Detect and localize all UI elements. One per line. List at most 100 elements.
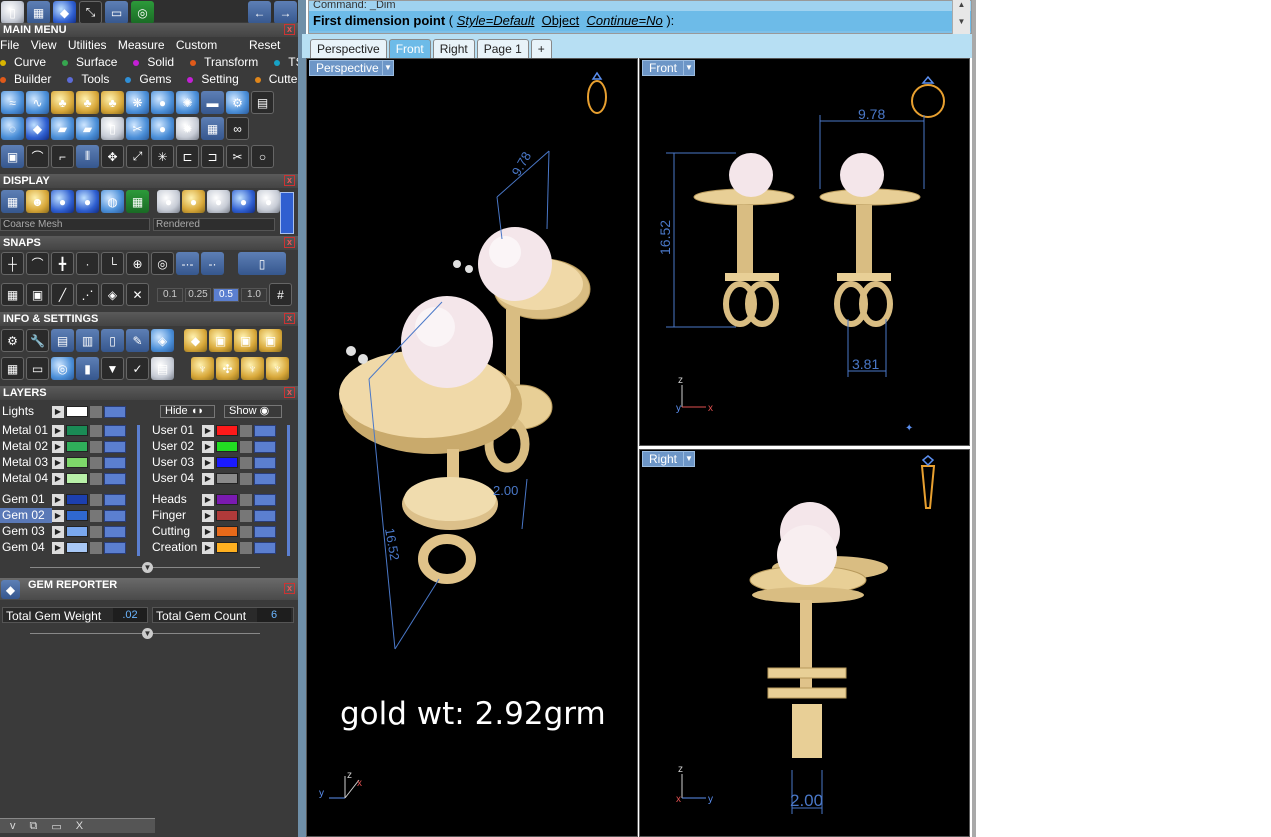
setting-tool-icon[interactable]: ✺ [176,91,199,114]
layer-row[interactable]: Finger ▶ [150,508,276,523]
cutter-tool-icon[interactable]: ▬ [201,91,224,114]
menu-utilities[interactable]: Utilities [68,38,107,52]
prong2-tool-icon[interactable]: ♣ [76,91,99,114]
layer-name[interactable]: Cutting [150,524,202,539]
restore-icon[interactable]: ⧉ [30,820,38,833]
tab-perspective[interactable]: Perspective [310,39,387,58]
palette-setting[interactable]: Setting [187,71,246,87]
pave-tool-icon[interactable]: ❋ [126,91,149,114]
lock-icon[interactable] [90,456,102,469]
layer-name[interactable]: User 04 [150,471,202,486]
snap-grid-settings-icon[interactable]: # [269,283,292,306]
snap-box-icon[interactable]: ▣ [26,283,49,306]
right-viewport[interactable]: Right ▼ 2.00 z x y [639,449,970,837]
visibility-toggle[interactable] [104,541,126,554]
layout-tool-icon[interactable]: ▤ [251,91,274,114]
visibility-toggle[interactable] [254,493,276,506]
option-object[interactable]: Object [542,13,580,28]
layer-name[interactable]: User 01 [150,423,202,438]
layer-color-swatch[interactable] [216,526,238,537]
layer-color-swatch[interactable] [66,473,88,484]
prong3-tool-icon[interactable]: ♣ [101,91,124,114]
basket-icon[interactable]: ♆ [266,357,289,380]
expand-arrow-icon[interactable]: ▶ [52,509,64,522]
tab-page-1[interactable]: Page 1 [476,39,529,58]
command-prompt[interactable]: First dimension point ( Style=Default Ob… [309,11,971,31]
snap-value-1-0[interactable]: 1.0 [241,287,267,302]
scroll-down-icon[interactable]: ▼ [953,17,970,26]
layer-name[interactable]: Finger [150,508,202,523]
prong-tool-icon[interactable]: ♣ [51,91,74,114]
collapse-arrow-icon[interactable]: ▼ [142,628,153,639]
snap-line-icon[interactable]: ╱ [51,283,74,306]
layer-row[interactable]: Creation ▶ [150,540,276,555]
visibility-toggle[interactable] [104,440,126,453]
tab-right[interactable]: Right [432,39,475,58]
mesh-mode-select[interactable]: Coarse Mesh [0,218,150,231]
gem-scene-icon[interactable]: ◆ [53,1,76,24]
close-icon[interactable]: x [284,24,295,35]
layer-name[interactable]: User 02 [150,439,202,454]
lock-icon[interactable] [90,405,102,418]
layer-row[interactable]: User 01 ▶ [150,423,276,438]
menu-custom[interactable]: Custom [176,38,217,52]
visibility-toggle[interactable] [104,525,126,538]
document-icon[interactable]: ▤ [151,357,174,380]
transform-icon[interactable]: ⤡ [79,1,102,24]
render-mode-select[interactable]: Rendered [153,218,275,231]
settings-gear-icon[interactable]: ⚙ [1,329,24,352]
menu-view[interactable]: View [31,38,57,52]
layer-color-swatch[interactable] [216,457,238,468]
checklist-icon[interactable]: ✓ [126,357,149,380]
mesh-grid-icon[interactable]: ▦ [126,190,149,213]
matrix-logo-icon[interactable]: ◎ [131,1,154,24]
expand-arrow-icon[interactable]: ▶ [202,493,214,506]
monitor-icon[interactable]: ▭ [26,357,49,380]
redo-arrow-icon[interactable]: → [274,1,297,24]
layer-color-swatch[interactable] [216,494,238,505]
band2-tool-icon[interactable]: ▰ [76,117,99,140]
filter-icon[interactable]: ▼ [101,357,124,380]
tulip-icon[interactable]: ♆ [241,357,264,380]
close-icon[interactable]: x [284,583,295,594]
export-icon[interactable]: ▣ [259,329,282,352]
library-icon[interactable]: ▤ [51,329,74,352]
box-tool-icon[interactable]: ▣ [1,145,24,168]
layer-name[interactable]: Gem 03 [0,524,52,539]
halo-tool-icon[interactable]: ✹ [176,117,199,140]
expand-arrow-icon[interactable]: ▶ [52,440,64,453]
palette-cutters[interactable]: Cutters [254,71,298,87]
show-button[interactable]: Show ◉ [224,405,282,418]
lock-icon[interactable] [240,456,252,469]
snap-quad-icon[interactable]: ◎ [151,252,174,275]
heads-icon[interactable]: ♆ [191,357,214,380]
chain-tool-icon[interactable]: ∞ [226,117,249,140]
panel-icon[interactable]: ▮ [76,357,99,380]
reset-button[interactable]: Reset [249,37,280,53]
wrench-icon[interactable]: 🔧 [26,329,49,352]
split-tool-icon[interactable]: ⊐ [201,145,224,168]
cube-info-icon[interactable]: ◈ [151,329,174,352]
snap-grid-icon[interactable]: ┼ [1,252,24,275]
edit-icon[interactable]: ✎ [126,329,149,352]
trim-tool-icon[interactable]: ✂ [226,145,249,168]
visibility-toggle[interactable] [104,493,126,506]
snap-point-icon[interactable]: · [76,252,99,275]
lock-icon[interactable] [90,440,102,453]
layer-color-swatch[interactable] [216,510,238,521]
close-icon[interactable]: x [284,237,295,248]
environment-icon[interactable]: ◍ [101,190,124,213]
collapse-arrow-icon[interactable]: ▼ [142,562,153,573]
layer-name[interactable]: Metal 02 [0,439,52,454]
snap-diamond-icon[interactable]: ◈ [101,283,124,306]
visibility-toggle[interactable] [104,456,126,469]
visibility-toggle[interactable] [254,424,276,437]
expand-arrow-icon[interactable]: ▶ [202,509,214,522]
gem-settings-icon[interactable]: ◆ [184,329,207,352]
panel-divider[interactable] [298,0,306,837]
bead-tool-icon[interactable]: ● [151,117,174,140]
layer-row[interactable]: Metal 03 ▶ [0,455,126,470]
visibility-toggle[interactable] [254,525,276,538]
visibility-toggle[interactable] [254,456,276,469]
grid-tool-icon[interactable]: ▦ [201,117,224,140]
